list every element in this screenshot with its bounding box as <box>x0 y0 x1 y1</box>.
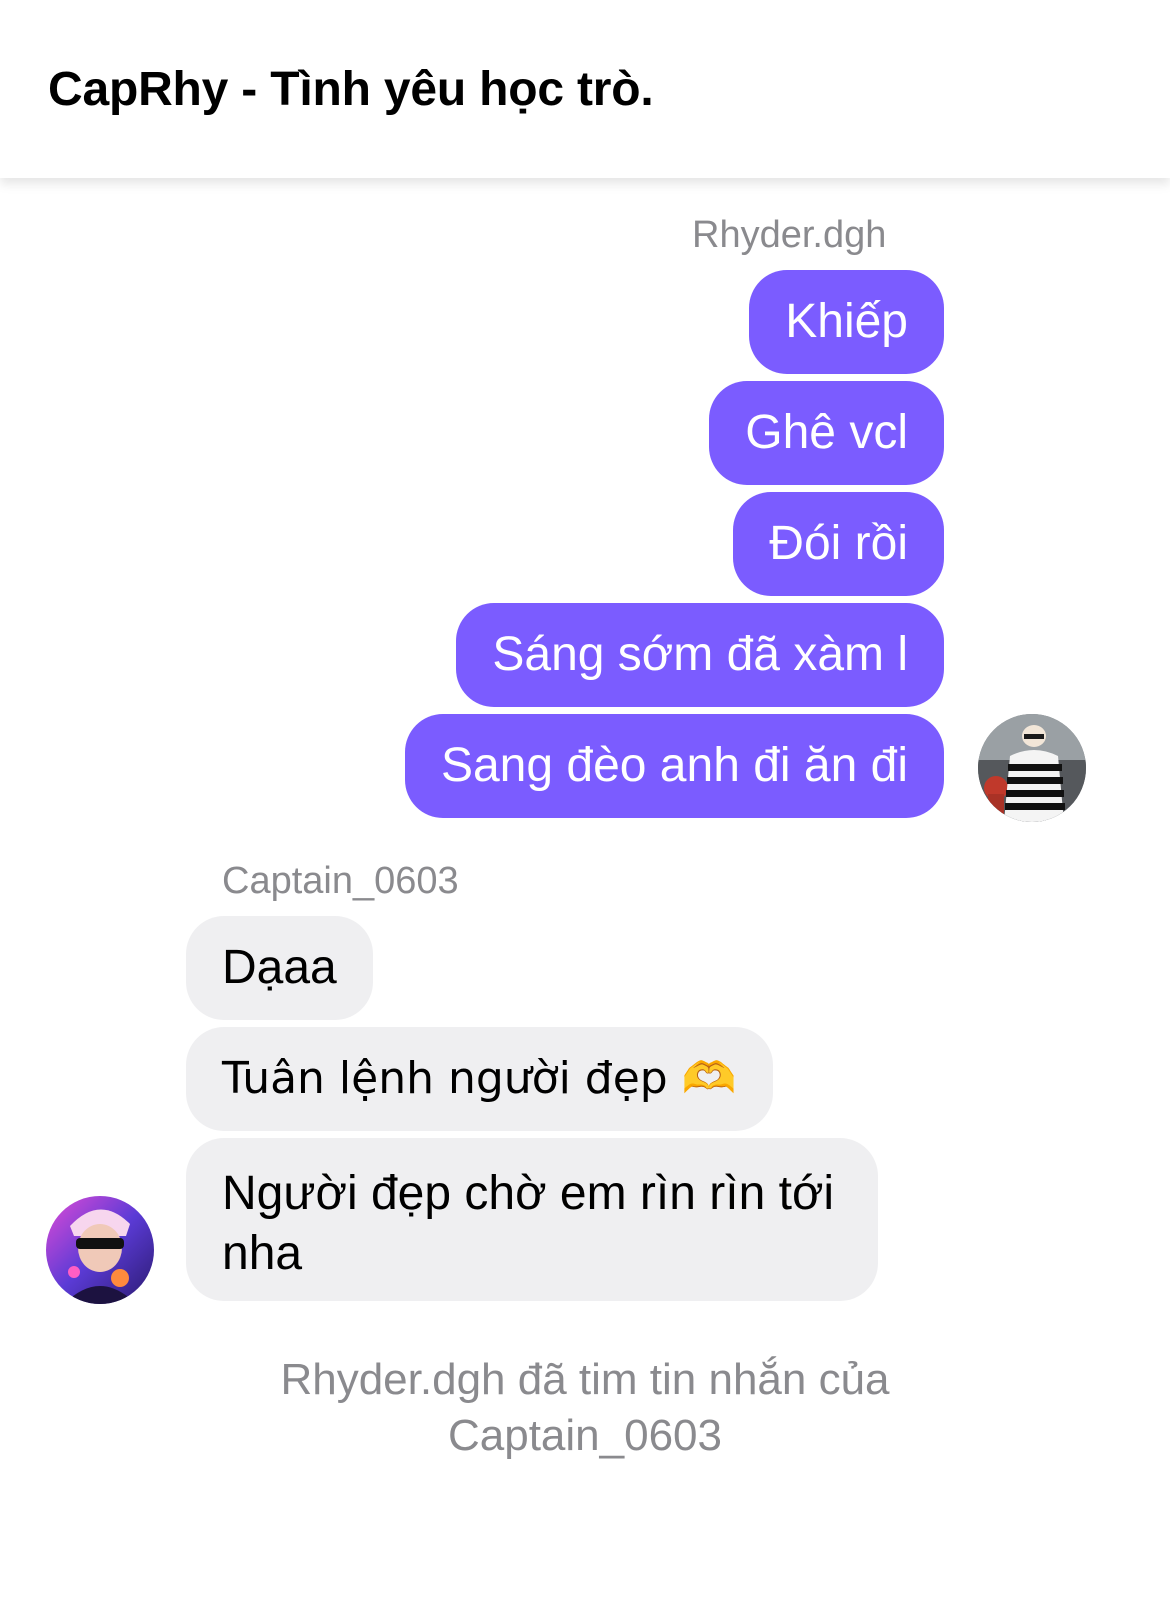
message-bubble-incoming[interactable]: Dạaa <box>186 916 373 1020</box>
chat-header: CapRhy - Tình yêu học trò. <box>0 0 1170 178</box>
reaction-notice: Rhyder.dgh đã tim tin nhắn của Captain_0… <box>280 1355 890 1460</box>
outgoing-sender-name: Rhyder.dgh <box>692 214 887 256</box>
message-bubble-outgoing[interactable]: Ghê vcl <box>709 381 944 485</box>
incoming-avatar[interactable] <box>46 1196 154 1304</box>
message-bubble-outgoing[interactable]: Sáng sớm đã xàm l <box>456 603 944 707</box>
message-bubble-outgoing[interactable]: Đói rồi <box>733 492 944 596</box>
message-bubble-incoming[interactable]: Người đẹp chờ em rìn rìn tới nha <box>186 1138 878 1301</box>
message-bubble-incoming[interactable]: Tuân lệnh người đẹp 🫶 <box>186 1027 773 1131</box>
chat-title: CapRhy - Tình yêu học trò. <box>48 63 654 116</box>
message-bubble-outgoing[interactable]: Sang đèo anh đi ăn đi <box>404 714 944 818</box>
outgoing-avatar[interactable] <box>978 714 1086 822</box>
message-bubble-outgoing[interactable]: Khiếp <box>749 270 944 374</box>
user-avatar-rhyder-icon <box>978 714 1086 822</box>
user-avatar-captain-icon <box>46 1196 154 1304</box>
incoming-sender-name: Captain_0603 <box>222 860 459 902</box>
